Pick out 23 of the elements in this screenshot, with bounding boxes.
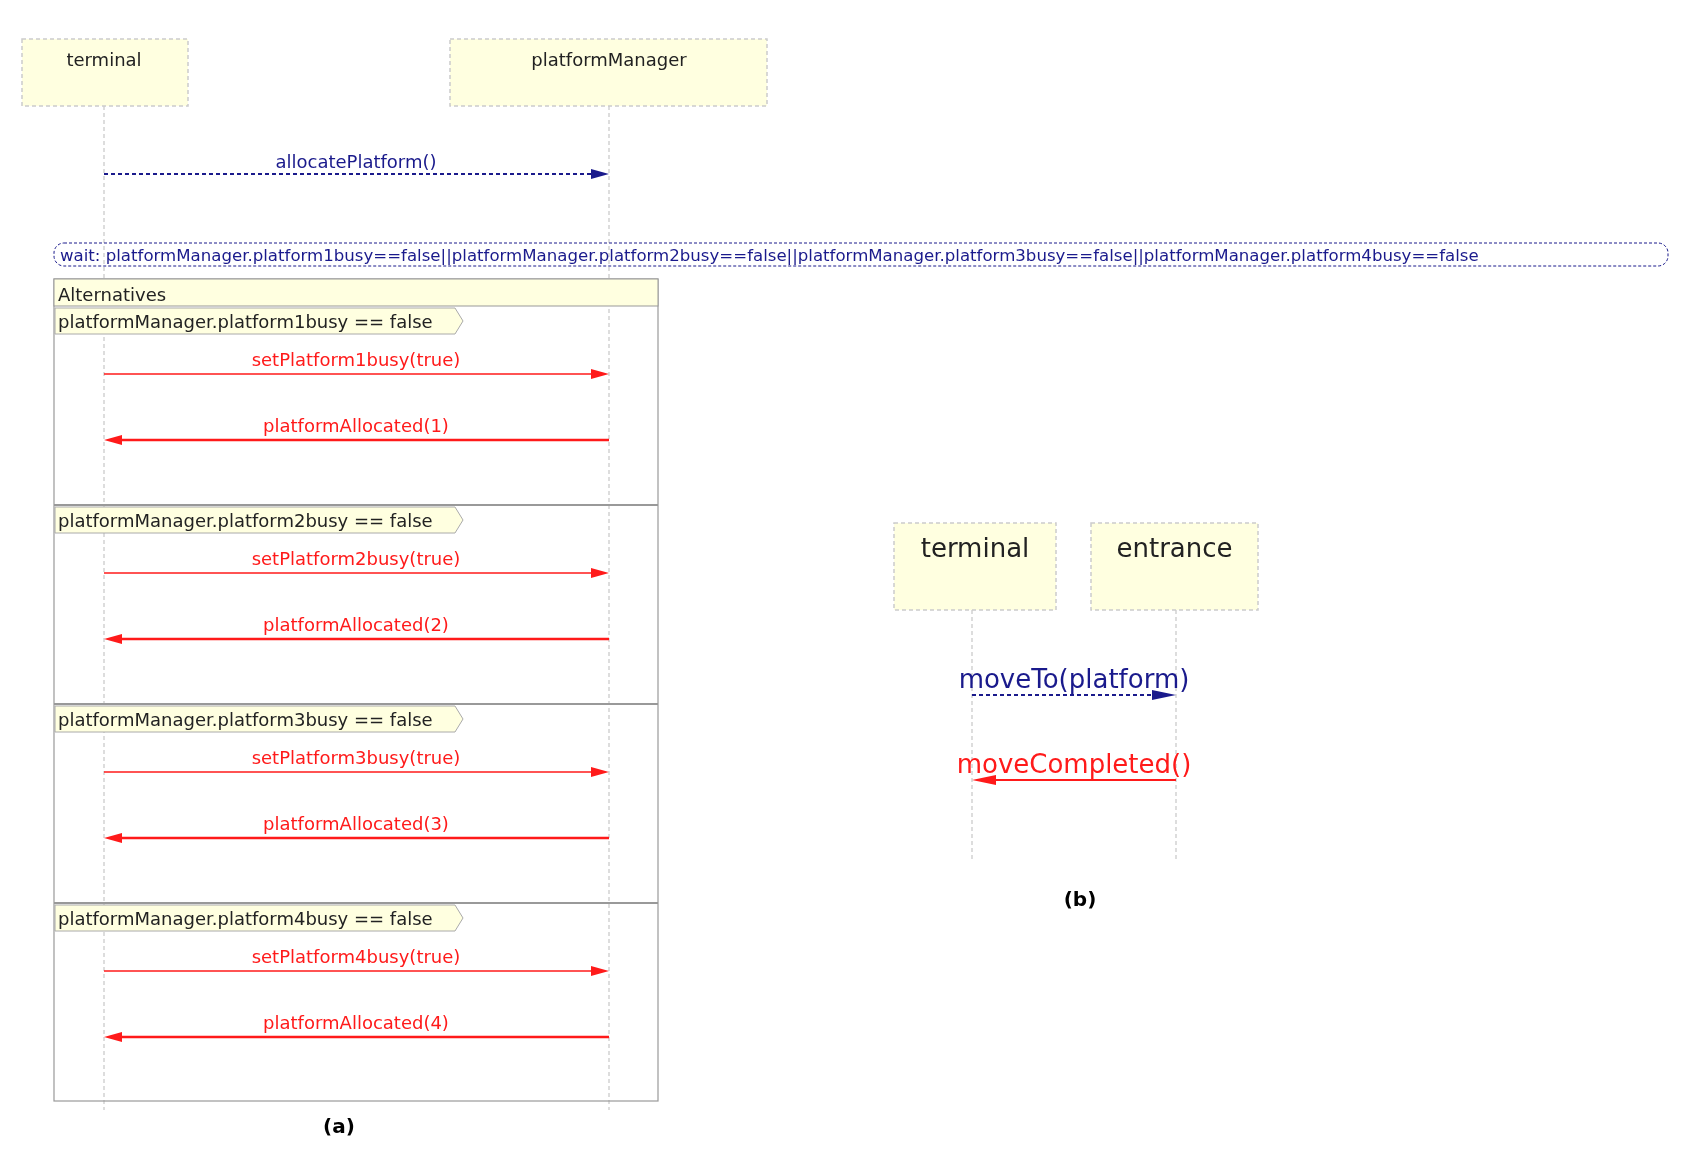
message-label: allocatePlatform() [275, 151, 437, 172]
message-label: setPlatform1busy(true) [251, 349, 461, 370]
lifeline-name: terminal [920, 533, 1030, 563]
guard-condition: platformManager.platform4busy == false [54, 904, 464, 932]
message-label: platformAllocated(4) [263, 1012, 449, 1033]
message-label: platformAllocated(3) [263, 813, 449, 834]
guard-condition: platformManager.platform1busy == false [54, 307, 464, 335]
figure-caption: (a) [323, 1114, 355, 1138]
figure-caption: (b) [1063, 887, 1097, 911]
guard-condition: platformManager.platform2busy == false [54, 506, 464, 534]
message-label: setPlatform3busy(true) [251, 747, 461, 768]
lifeline-name: entrance [1116, 533, 1233, 563]
guard-condition: platformManager.platform3busy == false [54, 705, 464, 733]
message-label: moveTo(platform) [958, 664, 1190, 694]
lifeline-name: terminal [66, 49, 142, 70]
fragment-label: Alternatives [58, 284, 167, 305]
lifeline-name: platformManager [531, 49, 687, 70]
message-label: setPlatform2busy(true) [251, 548, 461, 569]
message-label: moveCompleted() [956, 749, 1192, 779]
wait-condition: wait: platformManager.platform1busy==false||platformManager.platform2busy==false||platformManager.platform3busy==false||platformManager.platform4busy==false [53, 242, 1669, 267]
message-label: setPlatform4busy(true) [251, 946, 461, 967]
message-label: platformAllocated(2) [263, 614, 449, 635]
message-label: platformAllocated(1) [263, 415, 449, 436]
